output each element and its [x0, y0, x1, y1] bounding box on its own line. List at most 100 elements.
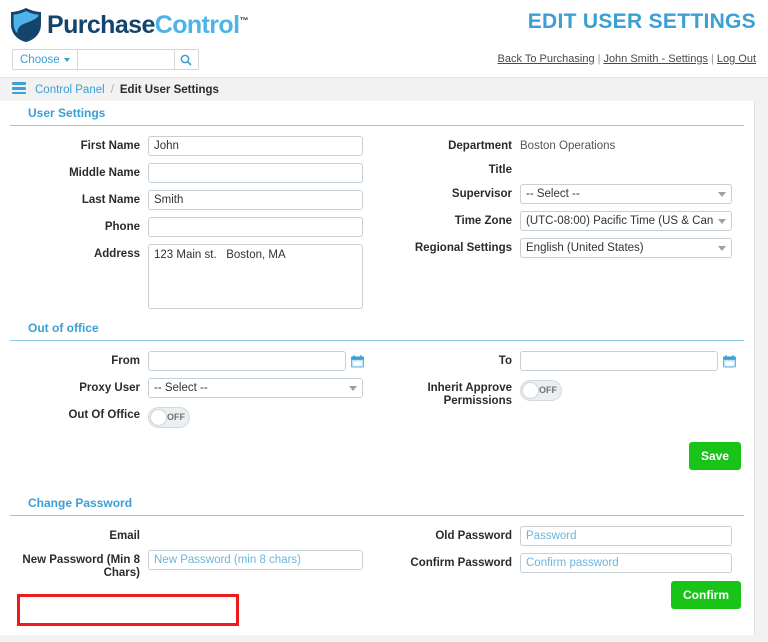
- user-settings-left-column: First Name Middle Name Last Name Phone A…: [0, 136, 375, 316]
- plus-icon: +: [28, 637, 37, 642]
- input-to-date[interactable]: [520, 351, 718, 371]
- change-password-right-column: Old Password Confirm Password: [390, 526, 745, 580]
- label-proxy-user: Proxy User: [79, 382, 140, 394]
- field-row-last-name: Last Name: [0, 190, 375, 210]
- out-of-office-left-column: From Proxy User -- Select -- Out Of Offi…: [0, 351, 375, 435]
- select-wrap-time-zone: (UTC-08:00) Pacific Time (US & Can...: [520, 211, 732, 231]
- link-separator-1: |: [597, 53, 601, 65]
- field-row-department: Department Boston Operations: [390, 136, 745, 153]
- label-old-password: Old Password: [435, 530, 512, 542]
- field-row-address: Address: [0, 244, 375, 309]
- select-wrap-proxy-user: -- Select --: [148, 378, 363, 398]
- label-supervisor: Supervisor: [451, 188, 512, 200]
- field-row-middle-name: Middle Name: [0, 163, 375, 183]
- brand-name-part2: Control: [154, 10, 240, 39]
- toggle-state-label: OFF: [539, 385, 557, 395]
- input-confirm-password[interactable]: [520, 553, 732, 573]
- label-inherit-permissions: Inherit Approve Permissions: [427, 382, 512, 407]
- out-of-office-body: From Proxy User -- Select -- Out Of Offi…: [0, 341, 754, 491]
- out-of-office-right-column: To Inherit Approve Permissions OFF: [390, 351, 745, 415]
- search-submit-button[interactable]: [173, 49, 199, 70]
- calendar-icon[interactable]: [351, 355, 364, 368]
- label-time-zone: Time Zone: [454, 215, 512, 227]
- toggle-out-of-office[interactable]: OFF: [148, 407, 190, 428]
- field-row-phone: Phone: [0, 217, 375, 237]
- select-regional-settings[interactable]: English (United States): [520, 238, 732, 258]
- field-row-first-name: First Name: [0, 136, 375, 156]
- search-category-dropdown[interactable]: Choose: [12, 49, 77, 70]
- label-title: Title: [488, 164, 512, 176]
- brand-trademark: ™: [239, 15, 248, 26]
- field-row-out-of-office-toggle: Out Of Office OFF: [0, 405, 375, 428]
- input-new-password[interactable]: [148, 550, 363, 570]
- label-middle-name: Middle Name: [69, 167, 140, 179]
- label-department: Department: [448, 140, 512, 152]
- back-to-purchasing-link[interactable]: Back To Purchasing: [498, 53, 595, 65]
- field-row-new-password: New Password (Min 8 Chars): [0, 550, 375, 580]
- header-user-links: Back To Purchasing | John Smith - Settings…: [498, 53, 756, 65]
- label-address: Address: [93, 248, 140, 260]
- confirm-button[interactable]: Confirm: [671, 581, 741, 609]
- search-input[interactable]: [76, 49, 174, 70]
- field-row-time-zone: Time Zone (UTC-08:00) Pacific Time (US &…: [390, 211, 745, 231]
- search-category-label: Choose: [20, 53, 60, 66]
- breadcrumb-separator: /: [110, 83, 114, 96]
- label-regional-settings: Regional Settings: [414, 242, 512, 254]
- section-title-user-settings: User Settings: [10, 101, 744, 126]
- field-row-regional-settings: Regional Settings English (United States…: [390, 238, 745, 258]
- input-middle-name[interactable]: [148, 163, 363, 183]
- input-old-password[interactable]: [520, 526, 732, 546]
- user-settings-body: First Name Middle Name Last Name Phone A…: [0, 126, 754, 316]
- breadcrumb-item-control-panel[interactable]: Control Panel: [35, 84, 105, 96]
- user-settings-link[interactable]: John Smith - Settings: [603, 53, 708, 65]
- label-first-name: First Name: [80, 140, 140, 152]
- field-row-to: To: [390, 351, 745, 371]
- chevron-down-icon: [63, 57, 70, 62]
- page-title: EDIT USER SETTINGS: [527, 10, 756, 33]
- log-out-link[interactable]: Log Out: [717, 53, 756, 65]
- toggle-inherit-permissions[interactable]: OFF: [520, 380, 562, 401]
- label-to: To: [498, 355, 512, 367]
- select-proxy-user[interactable]: -- Select --: [148, 378, 363, 398]
- field-row-inherit-permissions: Inherit Approve Permissions OFF: [390, 378, 745, 408]
- calendar-icon[interactable]: [723, 355, 736, 368]
- select-wrap-regional-settings: English (United States): [520, 238, 732, 258]
- global-search: Choose: [12, 49, 199, 70]
- brand-name-part1: Purchase: [47, 10, 155, 39]
- hamburger-menu-icon[interactable]: [12, 82, 26, 96]
- label-confirm-password: Confirm Password: [410, 557, 512, 569]
- field-row-old-password: Old Password: [390, 526, 745, 546]
- toggle-knob: [522, 382, 539, 399]
- input-last-name[interactable]: [148, 190, 363, 210]
- input-address[interactable]: [148, 244, 363, 309]
- breadcrumb-item-current: Edit User Settings: [119, 83, 219, 96]
- page-root: PurchaseControl™ Choose EDIT USER SETTIN…: [0, 0, 768, 642]
- brand-logo[interactable]: PurchaseControl™: [10, 7, 248, 43]
- label-from: From: [111, 355, 140, 367]
- input-from-date[interactable]: [148, 351, 346, 371]
- content-panel: User Settings First Name Middle Name Las…: [0, 101, 755, 642]
- save-button[interactable]: Save: [688, 442, 741, 470]
- breadcrumb: Control Panel / Edit User Settings: [0, 78, 768, 101]
- field-row-title: Title: [390, 160, 745, 177]
- support-tickets-section: +SUPPORT TICKETS SUBMITTED BY YOU: [10, 629, 744, 642]
- field-row-proxy-user: Proxy User -- Select --: [0, 378, 375, 398]
- input-first-name[interactable]: [148, 136, 363, 156]
- input-phone[interactable]: [148, 217, 363, 237]
- brand-name: PurchaseControl™: [47, 11, 248, 40]
- search-icon: [180, 54, 192, 66]
- section-title-out-of-office: Out of office: [10, 316, 744, 341]
- select-supervisor[interactable]: -- Select --: [520, 184, 732, 204]
- section-title-change-password: Change Password: [10, 491, 744, 516]
- select-time-zone[interactable]: (UTC-08:00) Pacific Time (US & Can...: [520, 211, 732, 231]
- field-row-confirm-password: Confirm Password: [390, 553, 745, 573]
- field-row-email: Email: [0, 526, 375, 543]
- field-row-supervisor: Supervisor -- Select --: [390, 184, 745, 204]
- user-settings-right-column: Department Boston Operations Title Super…: [390, 136, 745, 265]
- label-email: Email: [109, 530, 140, 542]
- value-department: Boston Operations: [520, 140, 616, 152]
- select-wrap-supervisor: -- Select --: [520, 184, 732, 204]
- app-header: PurchaseControl™ Choose EDIT USER SETTIN…: [0, 0, 768, 78]
- change-password-left-column: Email New Password (Min 8 Chars): [0, 526, 375, 587]
- label-last-name: Last Name: [81, 194, 140, 206]
